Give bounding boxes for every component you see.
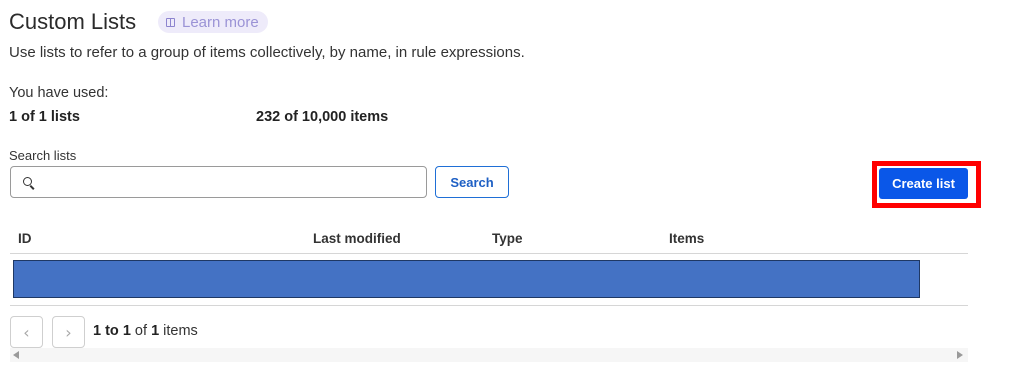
page-description: Use lists to refer to a group of items c… bbox=[9, 44, 525, 61]
unit-word: items bbox=[159, 323, 198, 339]
column-header-items[interactable]: Items bbox=[669, 231, 704, 246]
usage-lists-count: 1 of 1 lists bbox=[9, 109, 80, 125]
page-title: Custom Lists bbox=[9, 9, 137, 34]
horizontal-scrollbar[interactable] bbox=[10, 348, 968, 362]
total-count: 1 bbox=[151, 323, 160, 339]
learn-more-link[interactable]: Learn more bbox=[158, 11, 268, 33]
range-start: 1 bbox=[93, 323, 102, 339]
previous-page-button[interactable]: ‹ bbox=[10, 316, 43, 348]
column-header-id[interactable]: ID bbox=[18, 231, 32, 246]
of-word: of bbox=[130, 323, 152, 339]
learn-more-label: Learn more bbox=[182, 13, 259, 31]
search-input[interactable] bbox=[43, 171, 422, 195]
range-separator: to bbox=[101, 323, 123, 339]
scroll-left-icon[interactable] bbox=[13, 351, 19, 359]
pagination-summary: 1 to 1 of 1 items bbox=[93, 323, 198, 339]
range-end: 1 bbox=[122, 323, 131, 339]
column-header-last-modified[interactable]: Last modified bbox=[313, 231, 401, 246]
redacted-table-row bbox=[13, 260, 920, 298]
search-field[interactable] bbox=[10, 166, 427, 198]
chevron-left-icon: ‹ bbox=[23, 322, 30, 342]
book-icon bbox=[166, 17, 175, 27]
header-divider bbox=[10, 253, 968, 254]
usage-items-count: 232 of 10,000 items bbox=[256, 109, 389, 125]
create-list-button[interactable]: Create list bbox=[879, 168, 968, 199]
column-header-type[interactable]: Type bbox=[492, 231, 523, 246]
scroll-right-icon[interactable] bbox=[957, 351, 963, 359]
search-icon bbox=[23, 177, 32, 186]
usage-label: You have used: bbox=[9, 85, 109, 101]
chevron-right-icon: › bbox=[65, 322, 72, 342]
next-page-button[interactable]: › bbox=[52, 316, 85, 348]
search-button[interactable]: Search bbox=[435, 166, 509, 198]
search-label: Search lists bbox=[9, 148, 77, 163]
row-divider bbox=[10, 305, 968, 306]
